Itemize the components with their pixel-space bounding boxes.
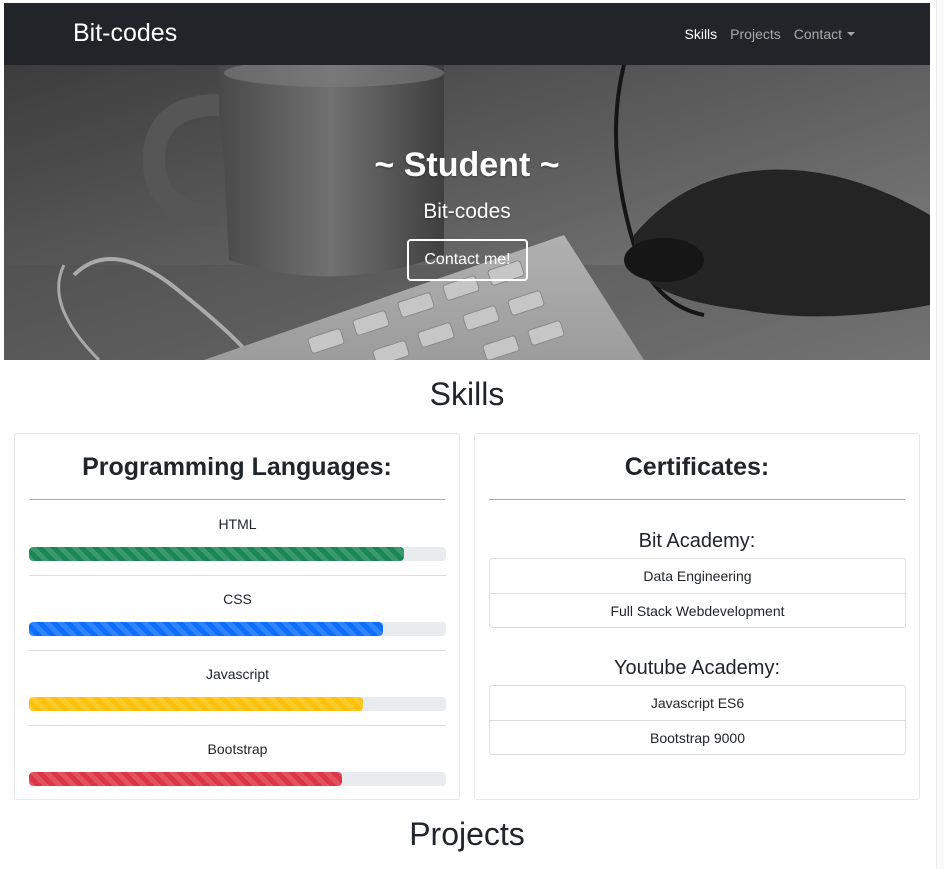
progress-bar xyxy=(29,697,446,711)
skill-name: HTML xyxy=(218,516,257,532)
page: Bit-codes Skills Projects Contact ~ Stud… xyxy=(4,3,930,869)
page-scrollbar[interactable] xyxy=(936,0,944,869)
programming-languages-card: Programming Languages: HTML CSS Javascri… xyxy=(14,433,460,800)
skill-name: CSS xyxy=(223,591,252,607)
list-item: Full Stack Webdevelopment xyxy=(490,593,905,627)
divider xyxy=(489,499,905,500)
skill-name: Bootstrap xyxy=(207,741,268,757)
skill-bootstrap: Bootstrap xyxy=(29,725,446,800)
list-item: Bootstrap 9000 xyxy=(490,720,905,754)
nav-dropdown-contact-label: Contact xyxy=(793,26,842,42)
progress-fill xyxy=(29,622,384,636)
brand-link[interactable]: Bit-codes xyxy=(73,18,177,48)
programming-languages-title: Programming Languages: xyxy=(82,453,392,481)
progress-fill xyxy=(29,772,342,786)
list-item: Data Engineering xyxy=(643,568,752,584)
certificates-card: Certificates: Bit Academy: Data Engineer… xyxy=(474,433,920,800)
cert-group-title: Youtube Academy: xyxy=(613,657,781,679)
nav-dropdown-contact[interactable]: Contact xyxy=(794,25,855,43)
divider xyxy=(29,725,446,726)
skill-name: Javascript xyxy=(205,666,270,682)
divider xyxy=(29,575,446,576)
hero-banner: ~ Student ~ Bit-codes Contact me! xyxy=(4,65,930,360)
projects-heading: Projects xyxy=(409,816,525,852)
certificates-title: Certificates: xyxy=(624,453,770,481)
progress-bar xyxy=(29,622,446,636)
skills-heading: Skills xyxy=(429,376,505,412)
nav-links: Skills Projects Contact xyxy=(685,25,855,43)
skill-css: CSS xyxy=(29,575,446,650)
progress-bar xyxy=(29,772,446,786)
nav-link-skills[interactable]: Skills xyxy=(685,25,718,43)
hero-subtitle: Bit-codes xyxy=(423,200,511,223)
navbar: Bit-codes Skills Projects Contact xyxy=(4,3,930,65)
skill-html: HTML xyxy=(29,500,446,575)
contact-me-button[interactable]: Contact me! xyxy=(407,239,528,281)
progress-bar xyxy=(29,547,446,561)
divider xyxy=(29,650,446,651)
progress-fill xyxy=(29,697,363,711)
cert-list: Data Engineering Full Stack Webdevelopme… xyxy=(489,558,906,628)
cert-list: Javascript ES6 Bootstrap 9000 xyxy=(489,685,906,755)
caret-down-icon xyxy=(847,32,855,36)
list-item: Javascript ES6 xyxy=(650,695,745,711)
nav-link-projects[interactable]: Projects xyxy=(730,25,781,43)
progress-fill xyxy=(29,547,405,561)
hero-title: ~ Student ~ xyxy=(374,146,560,184)
skill-javascript: Javascript xyxy=(29,650,446,725)
cert-group-title: Bit Academy: xyxy=(638,530,756,552)
